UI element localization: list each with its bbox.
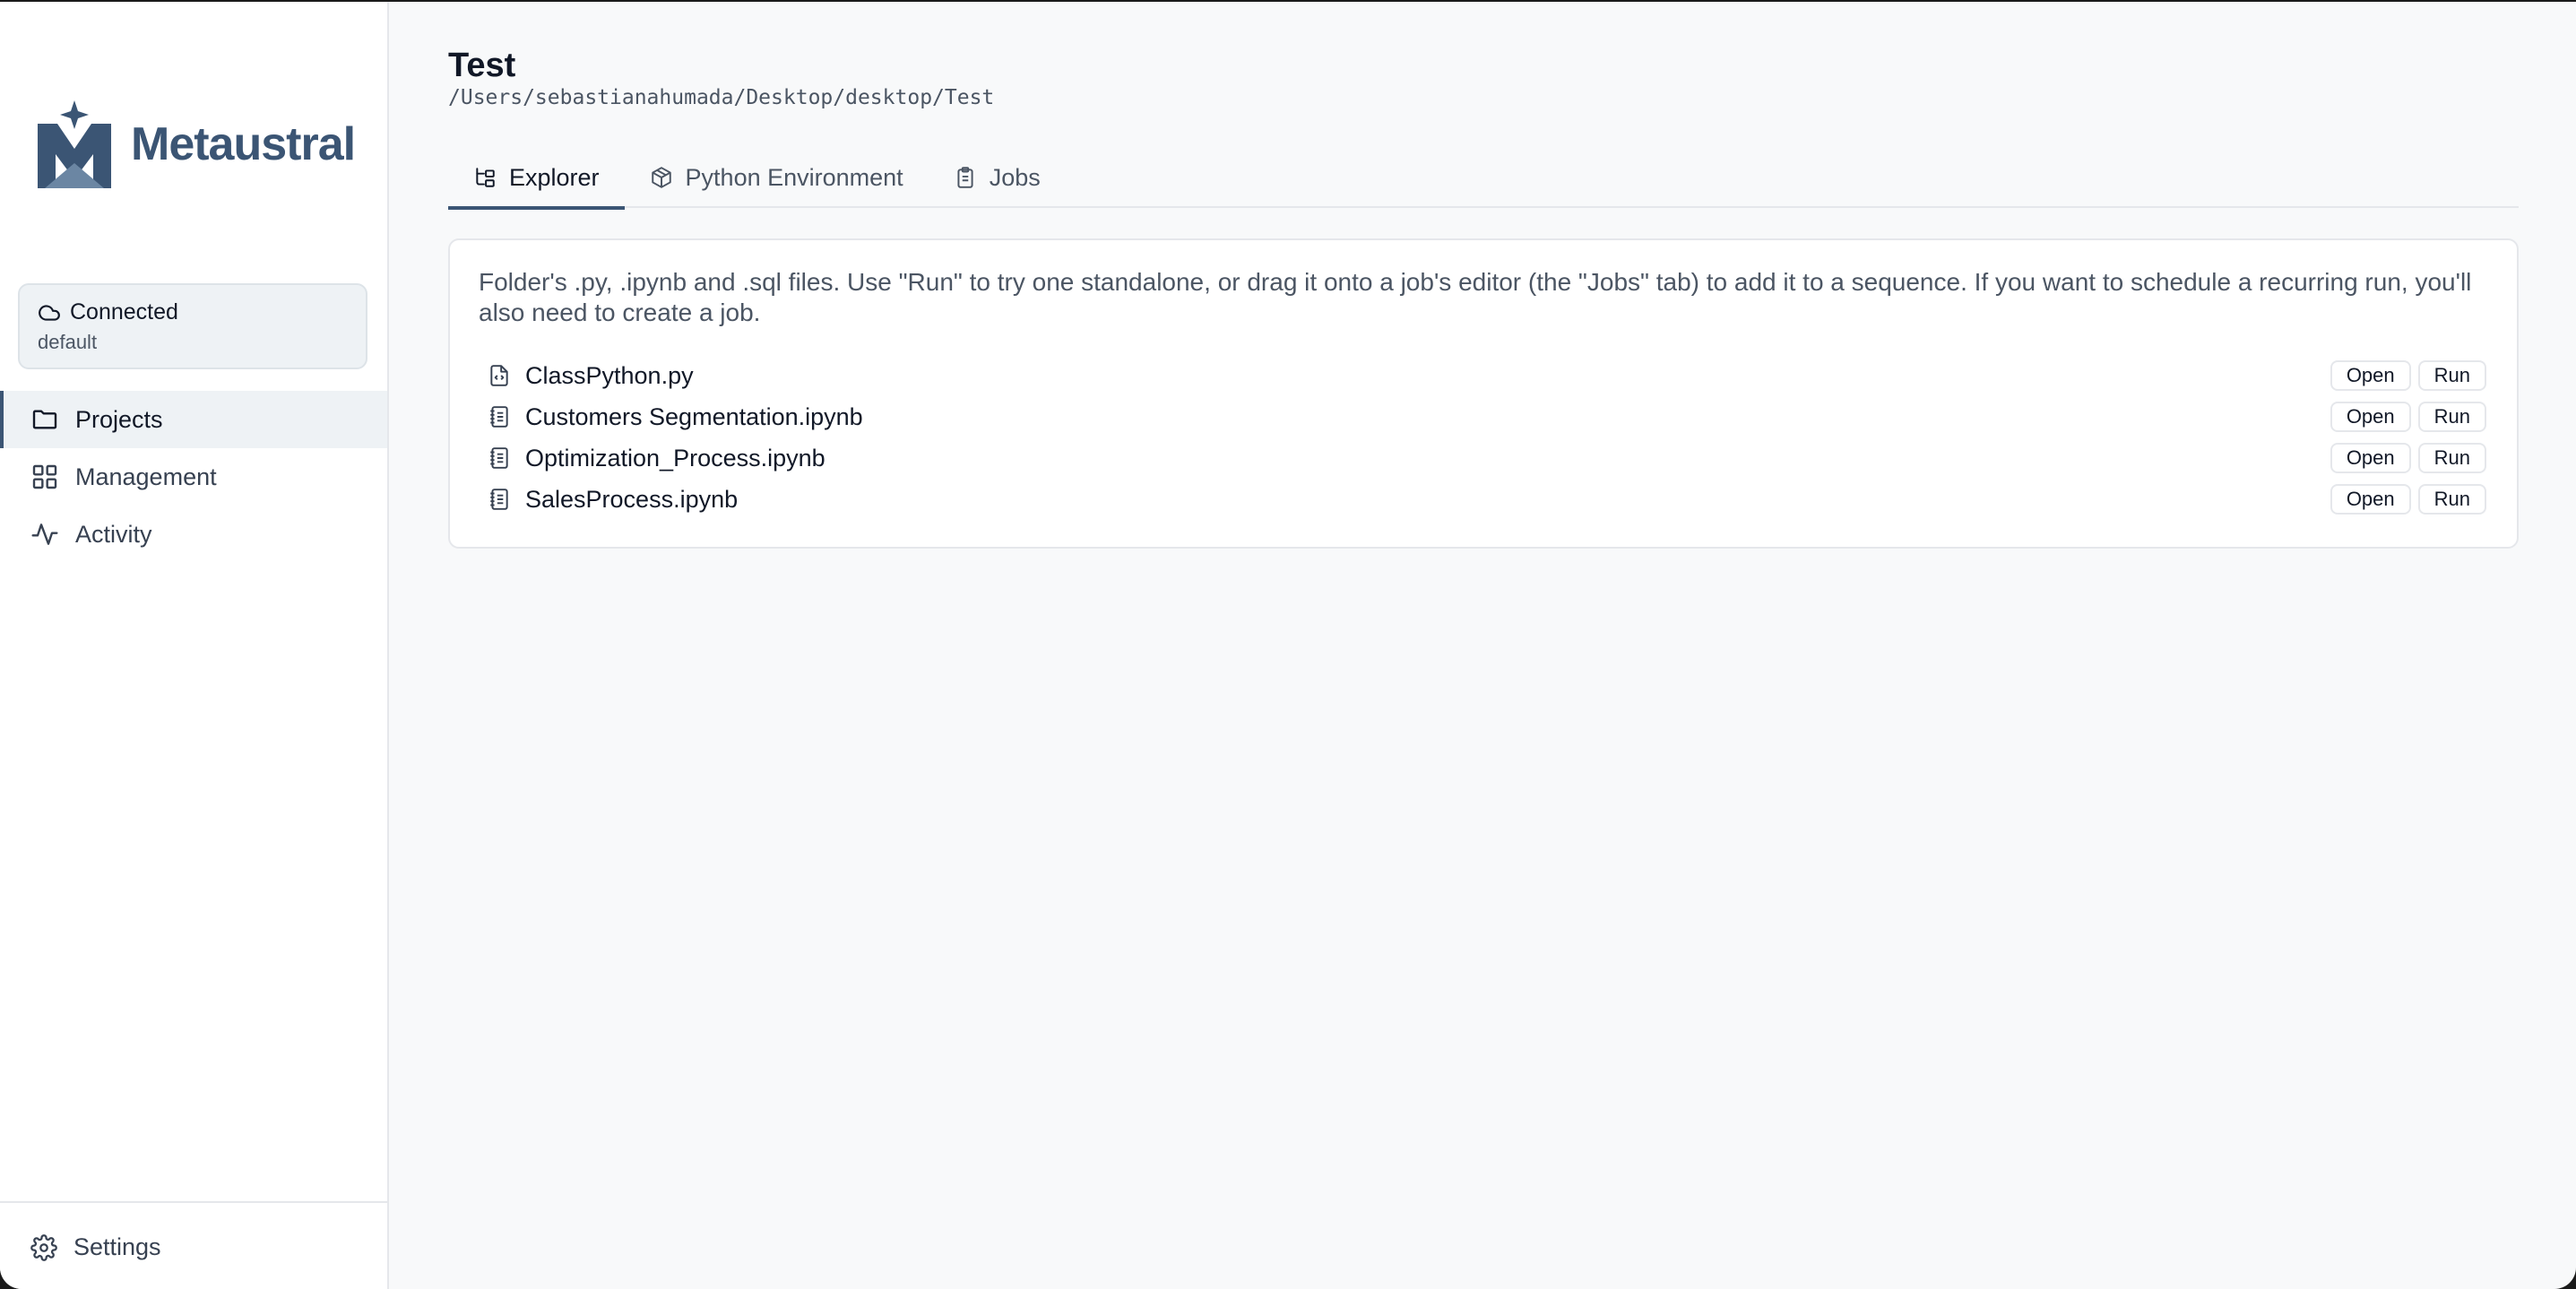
cloud-icon bbox=[38, 301, 61, 324]
notebook-icon bbox=[488, 446, 511, 471]
file-name: Optimization_Process.ipynb bbox=[525, 444, 826, 471]
gear-icon bbox=[30, 1233, 57, 1261]
sidebar-item-projects[interactable]: Projects bbox=[0, 391, 387, 448]
sidebar-item-activity[interactable]: Activity bbox=[0, 506, 387, 563]
folder-icon bbox=[30, 405, 59, 434]
connection-status: Connected bbox=[70, 299, 178, 324]
run-button[interactable]: Run bbox=[2417, 360, 2486, 391]
page-title: Test bbox=[448, 47, 516, 84]
activity-icon bbox=[30, 520, 59, 549]
file-list: ClassPython.py Open Run Customers Segmen… bbox=[488, 355, 2486, 520]
tab-bar: Explorer Python Environment Jobs bbox=[448, 147, 2519, 210]
open-button[interactable]: Open bbox=[2330, 402, 2411, 432]
package-icon bbox=[650, 166, 673, 189]
tab-label: Explorer bbox=[509, 163, 600, 191]
logo: Metaustral bbox=[34, 97, 356, 192]
connection-profile: default bbox=[38, 331, 98, 353]
open-button[interactable]: Open bbox=[2330, 443, 2411, 473]
open-button[interactable]: Open bbox=[2330, 360, 2411, 391]
app-window: Metaustral Connected default Projects Ma… bbox=[0, 2, 2576, 1289]
sidebar-footer: Settings bbox=[0, 1201, 387, 1289]
clipboard-icon bbox=[954, 166, 977, 189]
run-button[interactable]: Run bbox=[2417, 402, 2486, 432]
file-name: ClassPython.py bbox=[525, 361, 694, 389]
main-content: Test /Users/sebastianahumada/Desktop/des… bbox=[391, 2, 2576, 1289]
settings-label: Settings bbox=[73, 1233, 161, 1260]
sidebar-nav: Projects Management Activity bbox=[0, 391, 387, 563]
sidebar-item-label: Management bbox=[75, 463, 217, 490]
notebook-icon bbox=[488, 487, 511, 512]
brand-name: Metaustral bbox=[131, 118, 356, 170]
tab-label: Python Environment bbox=[685, 163, 903, 191]
settings-button[interactable]: Settings bbox=[30, 1233, 161, 1261]
explorer-description: Folder's .py, .ipynb and .sql files. Use… bbox=[479, 268, 2472, 326]
tab-jobs[interactable]: Jobs bbox=[929, 147, 1066, 208]
file-name: SalesProcess.ipynb bbox=[525, 485, 739, 513]
file-row: ClassPython.py Open Run bbox=[488, 355, 2486, 396]
file-code-icon bbox=[488, 363, 511, 388]
project-path: /Users/sebastianahumada/Desktop/desktop/… bbox=[448, 86, 995, 109]
file-row: SalesProcess.ipynb Open Run bbox=[488, 479, 2486, 520]
grid-icon bbox=[30, 463, 59, 491]
file-name: Customers Segmentation.ipynb bbox=[525, 402, 863, 430]
metaustral-logo-icon bbox=[38, 100, 111, 188]
sidebar: Metaustral Connected default Projects Ma… bbox=[0, 2, 389, 1289]
explorer-panel: Folder's .py, .ipynb and .sql files. Use… bbox=[448, 238, 2519, 549]
file-row: Customers Segmentation.ipynb Open Run bbox=[488, 396, 2486, 437]
open-button[interactable]: Open bbox=[2330, 484, 2411, 515]
tab-python-environment[interactable]: Python Environment bbox=[625, 147, 929, 208]
sidebar-item-management[interactable]: Management bbox=[0, 448, 387, 506]
run-button[interactable]: Run bbox=[2417, 443, 2486, 473]
run-button[interactable]: Run bbox=[2417, 484, 2486, 515]
file-row: Optimization_Process.ipynb Open Run bbox=[488, 437, 2486, 479]
tab-label: Jobs bbox=[989, 163, 1041, 191]
sidebar-item-label: Projects bbox=[75, 405, 163, 433]
sidebar-item-label: Activity bbox=[75, 520, 152, 548]
notebook-icon bbox=[488, 404, 511, 429]
tab-explorer[interactable]: Explorer bbox=[448, 147, 625, 210]
connection-card[interactable]: Connected default bbox=[18, 283, 367, 369]
tree-icon bbox=[473, 166, 497, 189]
